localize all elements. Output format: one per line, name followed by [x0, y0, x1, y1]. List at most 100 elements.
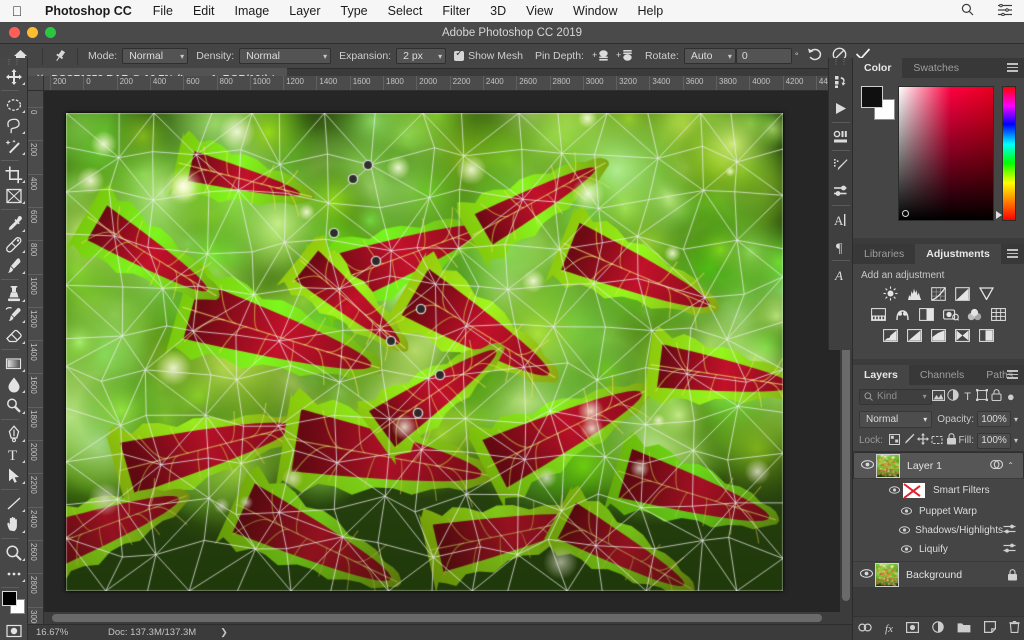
gradient-tool[interactable] [1, 353, 27, 374]
invert-icon[interactable] [882, 328, 899, 343]
filter-blending-options-icon[interactable] [1003, 524, 1024, 537]
history-brush-tool[interactable] [1, 304, 27, 325]
brush-settings-panel-icon[interactable] [829, 151, 853, 178]
dodge-tool[interactable] [1, 395, 27, 416]
horizontal-ruler[interactable]: 200 0 200 400 600 800 1000 1200 1400 1600 1800 2000… [44, 76, 852, 91]
menu-view[interactable]: View [516, 4, 563, 18]
ruler-corner[interactable] [28, 76, 44, 91]
tab-color[interactable]: Color [853, 58, 903, 78]
panel-grip[interactable]: ⋮⋮ [0, 58, 27, 66]
filter-kind-select[interactable]: Kind ▾ [859, 388, 932, 405]
chevron-down-icon[interactable]: ▾ [1014, 436, 1018, 445]
type-tool[interactable]: T [1, 444, 27, 465]
panel-menu-icon[interactable] [1007, 63, 1018, 72]
blur-tool[interactable] [1, 374, 27, 395]
eyedropper-tool[interactable] [1, 213, 27, 234]
pin-depth-forward-icon[interactable]: + [589, 48, 613, 65]
zoom-tool[interactable] [1, 542, 27, 563]
threshold-icon[interactable] [930, 328, 947, 343]
zoom-level[interactable]: 16.67% [28, 627, 100, 638]
gradient-map-icon[interactable] [954, 328, 971, 343]
menu-layer[interactable]: Layer [279, 4, 330, 18]
pin-icon[interactable] [45, 49, 75, 63]
smart-filter-row-liquify[interactable]: Liquify [853, 540, 1024, 559]
exposure-icon[interactable] [954, 286, 971, 301]
menu-help[interactable]: Help [628, 4, 674, 18]
blend-mode-select[interactable]: Normal ▾ [859, 410, 933, 428]
layer-visibility-icon[interactable] [857, 568, 875, 581]
smart-object-filter-icon[interactable] [989, 389, 1003, 404]
color-field-picker[interactable] [902, 210, 910, 217]
lock-artboard-icon[interactable] [930, 434, 944, 448]
pen-tool[interactable] [1, 423, 27, 444]
adjustment-filter-icon[interactable] [946, 389, 960, 404]
fill-value[interactable]: 100% [977, 432, 1012, 449]
mode-select[interactable]: Normal ▾ [122, 48, 189, 64]
smart-filter-row-shadows-highlights[interactable]: Shadows/Highlights [853, 521, 1024, 540]
layer-thumbnail[interactable] [876, 453, 900, 478]
frame-tool[interactable] [1, 185, 27, 206]
elliptical-marquee-tool[interactable] [1, 94, 27, 115]
tab-libraries[interactable]: Libraries [853, 244, 915, 264]
character-panel-icon[interactable]: A [829, 206, 853, 233]
rotate-angle-input[interactable]: 0 [735, 48, 792, 64]
glyphs-panel-icon[interactable]: A [829, 261, 853, 288]
layer-visibility-icon[interactable] [858, 459, 876, 472]
new-group-icon[interactable] [957, 622, 971, 636]
search-icon[interactable] [949, 3, 986, 19]
filter-blending-options-icon[interactable] [1003, 543, 1024, 556]
control-center-icon[interactable] [986, 3, 1024, 19]
layer-name[interactable]: Layer 1 [907, 460, 990, 472]
lock-all-icon[interactable] [944, 433, 958, 448]
smart-filters-mask-icon[interactable] [903, 483, 925, 498]
apple-icon[interactable]:  [0, 4, 34, 18]
channel-mixer-icon[interactable] [966, 307, 983, 322]
menu-image[interactable]: Image [225, 4, 280, 18]
canvas-area[interactable] [44, 91, 852, 624]
paragraph-panel-icon[interactable]: ¶ [829, 233, 853, 260]
menu-app-name[interactable]: Photoshop CC [34, 4, 143, 18]
eraser-tool[interactable] [1, 325, 27, 346]
layer-name[interactable]: Background [906, 569, 1007, 581]
menu-edit[interactable]: Edit [183, 4, 225, 18]
foreground-background-color-tool[interactable] [1, 591, 27, 617]
edit-toolbar-button[interactable] [1, 563, 27, 584]
new-layer-icon[interactable] [983, 621, 996, 636]
black-white-icon[interactable] [918, 307, 935, 322]
rail-grip[interactable]: ⋮⋮ [829, 58, 852, 68]
pixel-filter-icon[interactable] [932, 389, 946, 404]
posterize-icon[interactable] [906, 328, 923, 343]
quick-selection-tool[interactable] [1, 136, 27, 157]
smart-filter-row-puppet-warp[interactable]: Puppet Warp [853, 502, 1024, 521]
smart-filter-indicator-icon[interactable] [990, 459, 1004, 473]
layer-mask-icon[interactable] [905, 621, 919, 636]
type-filter-icon[interactable]: T [960, 391, 974, 403]
density-select[interactable]: Normal ▾ [239, 48, 332, 64]
hue-saturation-icon[interactable] [870, 307, 887, 322]
path-selection-tool[interactable] [1, 465, 27, 486]
filter-visibility-icon[interactable] [897, 525, 911, 536]
smart-filters-visibility-icon[interactable] [885, 485, 903, 496]
line-tool[interactable] [1, 493, 27, 514]
lasso-tool[interactable] [1, 115, 27, 136]
chevron-down-icon[interactable]: ▾ [1014, 415, 1018, 424]
layer-row-background[interactable]: Background [853, 561, 1024, 588]
tab-channels[interactable]: Channels [909, 365, 975, 385]
collapse-chevron-icon[interactable]: ⌃ [1007, 461, 1014, 470]
photo-filter-icon[interactable] [942, 307, 959, 322]
crop-tool[interactable] [1, 164, 27, 185]
foreground-background-swatch[interactable] [861, 86, 895, 120]
adjustment-layer-icon[interactable] [932, 621, 944, 636]
move-tool[interactable] [1, 66, 27, 87]
color-balance-icon[interactable] [894, 307, 911, 322]
quick-mask-button[interactable] [1, 620, 27, 640]
filter-visibility-icon[interactable] [897, 544, 915, 555]
horizontal-scrollbar[interactable] [44, 612, 840, 624]
expand-arrow-icon[interactable]: ❯ [196, 627, 228, 638]
clone-stamp-tool[interactable] [1, 283, 27, 304]
panel-menu-icon[interactable] [1007, 249, 1018, 258]
pin-depth-backward-icon[interactable]: + [613, 48, 637, 65]
actions-panel-icon[interactable] [829, 95, 853, 122]
foreground-color-swatch[interactable] [1, 591, 17, 606]
foreground-color-swatch[interactable] [861, 86, 883, 108]
